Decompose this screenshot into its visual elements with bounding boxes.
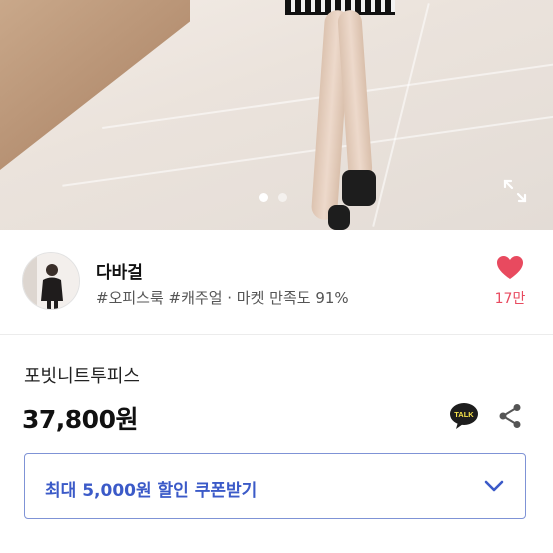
product-price: 37,800원 (22, 405, 138, 434)
like-count: 17만 (494, 291, 526, 307)
gallery-pagination (259, 193, 287, 202)
share-icon[interactable] (498, 403, 522, 429)
gallery-image-background (0, 0, 190, 170)
seller-avatar[interactable] (22, 252, 80, 310)
floor-line (62, 115, 553, 187)
product-name: 포빗니트투피스 (24, 366, 140, 387)
kakao-talk-label: TALK (454, 410, 474, 419)
product-photo-shoe (342, 170, 376, 206)
expand-icon[interactable] (502, 178, 528, 204)
product-photo-leg (337, 9, 373, 181)
seller-tags: #오피스룩 #캐주얼 · 마켓 만족도 91% (96, 289, 349, 307)
gallery-dot[interactable] (278, 193, 287, 202)
coupon-download-button[interactable]: 최대 5,000원 할인 쿠폰받기 (24, 453, 526, 519)
chevron-down-icon (484, 480, 504, 492)
product-photo-shoe (328, 205, 350, 230)
seller-avatar-image (23, 253, 79, 309)
kakao-talk-icon[interactable]: TALK (449, 402, 479, 430)
coupon-label: 최대 5,000원 할인 쿠폰받기 (45, 481, 258, 501)
product-image-gallery[interactable] (0, 0, 553, 230)
floor-line (372, 3, 430, 227)
heart-icon[interactable] (496, 255, 524, 281)
seller-info[interactable]: 다바걸 #오피스룩 #캐주얼 · 마켓 만족도 91% 17만 (0, 230, 553, 335)
gallery-dot-active[interactable] (259, 193, 268, 202)
seller-name[interactable]: 다바걸 (96, 258, 143, 283)
